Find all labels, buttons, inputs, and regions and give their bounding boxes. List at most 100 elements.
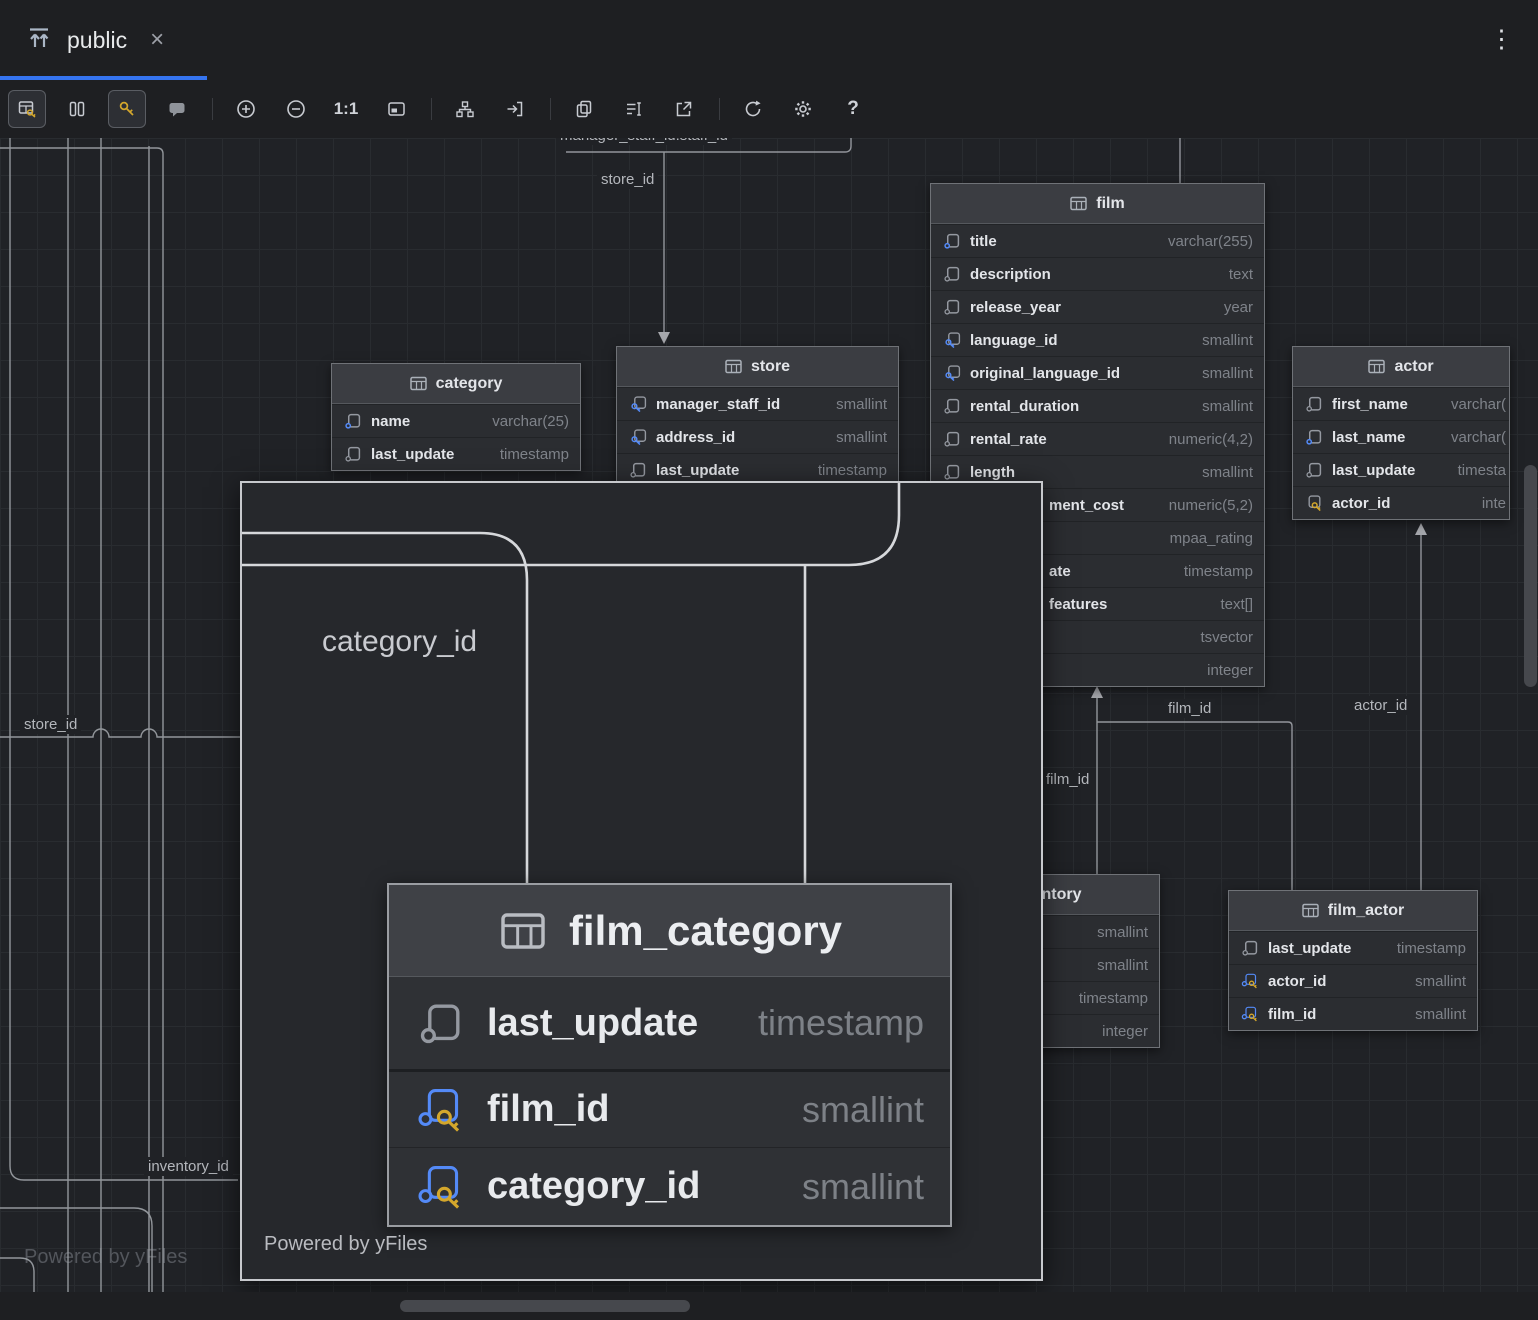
- entity-header[interactable]: film_actor: [1229, 891, 1477, 931]
- column-name: title: [970, 233, 997, 250]
- diagram-canvas[interactable]: Powered by yFiles film title varchar(255) d…: [0, 138, 1538, 1292]
- fit-content-button[interactable]: [377, 90, 415, 128]
- column-type: timestamp: [1079, 990, 1148, 1007]
- column-row[interactable]: first_namevarchar(: [1293, 387, 1509, 420]
- entity-film-category-magnified[interactable]: film_category last_update timestamp: [387, 883, 952, 1227]
- column-name: features: [1049, 596, 1107, 613]
- auto-layout-button[interactable]: [446, 90, 484, 128]
- primary-key-icon: [1304, 495, 1324, 511]
- column-row[interactable]: address_idsmallint: [617, 420, 898, 453]
- entity-store[interactable]: storemanager_staff_idsmallintaddress_ids…: [616, 346, 899, 487]
- tab-public[interactable]: public ×: [0, 0, 186, 80]
- edge-label: manager_staff_id:staff_id: [556, 138, 732, 145]
- foreign-key-icon: [942, 365, 962, 381]
- column-row[interactable]: last_updatetimestamp: [1229, 931, 1477, 964]
- column-type: varchar(: [1451, 429, 1506, 446]
- layout-icon: [456, 101, 474, 118]
- column-row[interactable]: last_updatetimestamp: [332, 437, 580, 470]
- settings-button[interactable]: [784, 90, 822, 128]
- vertical-scrollbar-thumb[interactable]: [1524, 465, 1537, 687]
- column-row[interactable]: last_namevarchar(: [1293, 420, 1509, 453]
- column-row[interactable]: descriptiontext: [931, 257, 1264, 290]
- column-name: release_year: [970, 299, 1061, 316]
- zoom-ratio-label: 1:1: [334, 99, 359, 119]
- column-icon: [343, 413, 363, 429]
- key-icon: [118, 100, 136, 118]
- tab-close-icon[interactable]: ×: [150, 26, 164, 54]
- entity-actor[interactable]: actorfirst_namevarchar(last_namevarchar(…: [1292, 346, 1510, 520]
- column-name: rental_duration: [970, 398, 1079, 415]
- column-type: varchar(25): [492, 413, 569, 430]
- toolbar-separator: [550, 98, 551, 120]
- column-name: address_id: [656, 429, 735, 446]
- column-type: timesta: [1458, 462, 1506, 479]
- powered-by-yfiles: Powered by yFiles: [264, 1233, 427, 1256]
- toggle-columns-button[interactable]: [58, 90, 96, 128]
- horizontal-scrollbar-thumb[interactable]: [400, 1300, 690, 1312]
- column-row[interactable]: name varchar(25): [332, 404, 580, 437]
- entity-category[interactable]: category name varchar(25) last_updatetimest…: [331, 363, 581, 471]
- column-name: rental_rate: [970, 431, 1047, 448]
- zoom-in-button[interactable]: [227, 90, 265, 128]
- column-type: integer: [1207, 662, 1253, 679]
- more-options-icon[interactable]: ⋮: [1489, 24, 1514, 54]
- list-cursor-icon: [625, 100, 643, 118]
- column-type: timestamp: [818, 462, 887, 479]
- title-bar: public × ⋮: [0, 0, 1538, 80]
- column-row[interactable]: original_language_id smallint: [931, 356, 1264, 389]
- column-row[interactable]: film_idsmallint: [1229, 997, 1477, 1030]
- column-row[interactable]: last_update timestamp: [389, 977, 950, 1069]
- zoom-out-icon: [286, 99, 306, 119]
- help-button[interactable]: ?: [834, 90, 872, 128]
- entity-film_actor[interactable]: film_actorlast_updatetimestampactor_idsm…: [1228, 890, 1478, 1031]
- column-type: smallint: [1202, 365, 1253, 382]
- column-icon: [343, 446, 363, 462]
- edge-label: inventory_id: [144, 1157, 233, 1176]
- column-name: last_update: [1332, 462, 1415, 479]
- column-type: smallint: [1415, 1006, 1466, 1023]
- column-name: last_update: [656, 462, 739, 479]
- column-row[interactable]: language_idsmallint: [931, 323, 1264, 356]
- column-row[interactable]: actor_idinte: [1293, 486, 1509, 519]
- entity-header[interactable]: category: [332, 364, 580, 404]
- column-name: first_name: [1332, 396, 1408, 413]
- column-row[interactable]: manager_staff_idsmallint: [617, 387, 898, 420]
- column-type: timestamp: [500, 446, 569, 463]
- column-type: varchar(255): [1168, 233, 1253, 250]
- magnifier-overlay[interactable]: category_id film_category: [240, 481, 1043, 1281]
- column-name: manager_staff_id: [656, 396, 780, 413]
- column-row[interactable]: actor_idsmallint: [1229, 964, 1477, 997]
- open-in-new-button[interactable]: [665, 90, 703, 128]
- refresh-button[interactable]: [734, 90, 772, 128]
- copy-diagram-button[interactable]: [565, 90, 603, 128]
- toggle-keys-button[interactable]: [108, 90, 146, 128]
- toggle-comments-button[interactable]: [158, 90, 196, 128]
- primary-foreign-key-icon: [1240, 973, 1260, 989]
- column-type: timestamp: [1397, 940, 1466, 957]
- actual-size-button[interactable]: 1:1: [327, 90, 365, 128]
- column-type: smallint: [1202, 398, 1253, 415]
- column-row[interactable]: last_update timesta: [1293, 453, 1509, 486]
- column-icon: [1304, 462, 1324, 478]
- column-type: text: [1229, 266, 1253, 283]
- jump-to-source-icon: [506, 100, 524, 118]
- entity-header[interactable]: store: [617, 347, 898, 387]
- entity-header[interactable]: actor: [1293, 347, 1509, 387]
- column-row[interactable]: rental_duration smallint: [931, 389, 1264, 422]
- column-row[interactable]: film_id smallint: [389, 1069, 950, 1147]
- column-row[interactable]: category_id smallint: [389, 1147, 950, 1225]
- column-name: original_language_id: [970, 365, 1120, 382]
- toggle-key-columns-button[interactable]: [8, 90, 46, 128]
- entity-header[interactable]: film: [931, 184, 1264, 224]
- horizontal-scrollbar-track: [0, 1292, 1538, 1320]
- column-row[interactable]: release_year year: [931, 290, 1264, 323]
- column-row[interactable]: rental_ratenumeric(4,2): [931, 422, 1264, 455]
- table-icon: [1070, 196, 1087, 211]
- column-type: year: [1224, 299, 1253, 316]
- select-list-button[interactable]: [615, 90, 653, 128]
- column-icon: [942, 464, 962, 480]
- column-row[interactable]: title varchar(255): [931, 224, 1264, 257]
- jump-to-source-button[interactable]: [496, 90, 534, 128]
- column-name: name: [371, 413, 410, 430]
- zoom-out-button[interactable]: [277, 90, 315, 128]
